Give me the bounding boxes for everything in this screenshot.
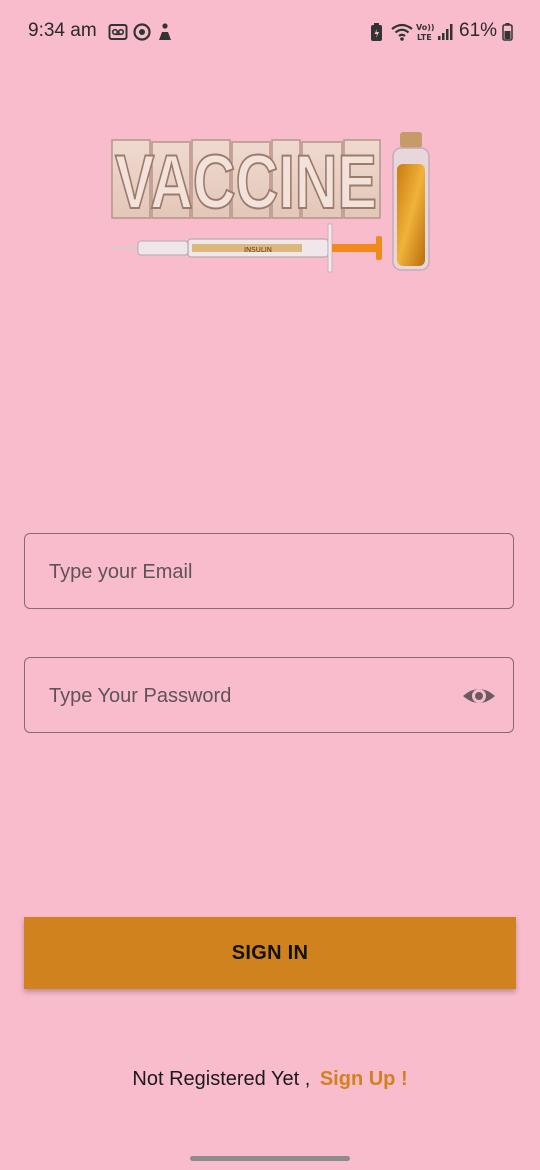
status-time: 9:34 am [28,20,97,41]
password-input[interactable] [47,658,451,734]
email-input[interactable] [47,534,451,610]
svg-text:Vo)): Vo)) [416,23,434,32]
signup-row: Not Registered Yet , Sign Up ! [0,1068,540,1091]
accessibility-icon [159,23,171,40]
email-field[interactable] [24,533,514,610]
battery-percentage: 61% [459,20,498,41]
signal-icon [438,24,453,40]
logo-text: VACCINE [115,140,377,225]
glitter-vial-icon [392,132,430,271]
status-bar: 9:34 am Vo)) LTE 61% [0,0,540,64]
syringe-label: INSULIN [244,246,272,254]
voicemail-icon [108,24,128,40]
syringe-icon: INSULIN [112,223,382,273]
vaccine-logo: VACCINE INSULIN [108,128,448,278]
svg-text:LTE: LTE [417,33,432,42]
sync-icon [133,23,151,41]
sign-up-link[interactable]: Sign Up ! [320,1068,408,1090]
password-field[interactable] [24,657,514,734]
eye-icon[interactable] [461,680,497,712]
volte-icon: Vo)) LTE [416,23,434,42]
home-indicator[interactable] [190,1156,350,1161]
battery-saver-icon [371,23,382,41]
signup-prompt: Not Registered Yet , [132,1068,311,1090]
wifi-icon [391,23,413,41]
sign-in-button[interactable]: SIGN IN [24,917,516,989]
battery-icon [502,23,513,41]
